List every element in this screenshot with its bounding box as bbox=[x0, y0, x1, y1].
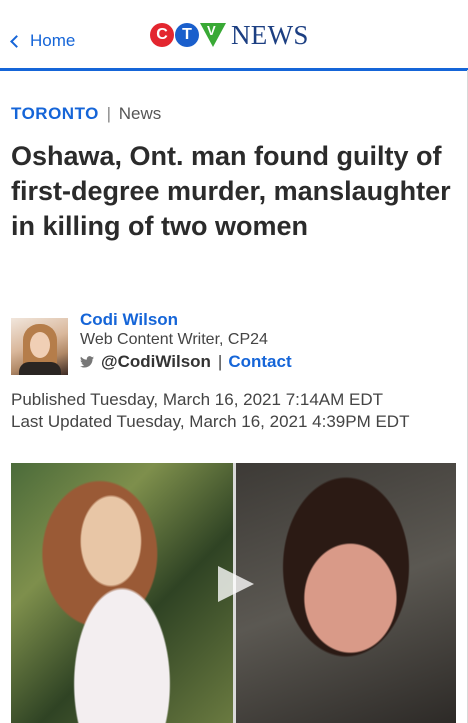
header-divider bbox=[0, 68, 468, 71]
published-date: Published Tuesday, March 16, 2021 7:14AM… bbox=[11, 390, 383, 409]
author-links-separator: | bbox=[217, 352, 223, 371]
play-icon[interactable] bbox=[218, 566, 254, 602]
breadcrumb-separator: | bbox=[106, 104, 112, 123]
logo-letter-c: C bbox=[150, 23, 174, 47]
breadcrumb: TORONTO | News bbox=[11, 104, 161, 124]
ctv-news-logo[interactable]: C T V NEWS bbox=[150, 18, 309, 52]
logo-letter-v-shape: V bbox=[200, 23, 226, 47]
victim-photo-right bbox=[236, 463, 456, 723]
logo-letter-t: T bbox=[175, 23, 199, 47]
logo-letter-v: V bbox=[207, 23, 216, 38]
twitter-handle-link[interactable]: @CodiWilson bbox=[101, 352, 211, 372]
home-label: Home bbox=[30, 31, 76, 50]
chevron-left-icon bbox=[10, 34, 23, 48]
author-avatar bbox=[11, 318, 68, 375]
author-name-link[interactable]: Codi Wilson bbox=[80, 310, 178, 330]
contact-link[interactable]: Contact bbox=[228, 352, 291, 372]
home-back-link[interactable]: Home bbox=[9, 31, 75, 51]
site-header: Home C T V NEWS bbox=[0, 0, 468, 71]
video-player[interactable] bbox=[11, 463, 456, 723]
twitter-icon bbox=[80, 356, 94, 368]
victim-photo-left bbox=[11, 463, 233, 723]
author-block: Codi Wilson Web Content Writer, CP24 @Co… bbox=[11, 310, 451, 375]
article-headline: Oshawa, Ont. man found guilty of first-d… bbox=[11, 141, 451, 241]
updated-date: Last Updated Tuesday, March 16, 2021 4:3… bbox=[11, 412, 410, 431]
author-title: Web Content Writer, CP24 bbox=[80, 331, 268, 348]
section-category: News bbox=[118, 104, 162, 123]
section-topic-link[interactable]: TORONTO bbox=[11, 104, 99, 123]
logo-wordmark: NEWS bbox=[231, 19, 309, 50]
article-dates: Published Tuesday, March 16, 2021 7:14AM… bbox=[11, 389, 409, 433]
author-links: @CodiWilson | Contact bbox=[80, 352, 292, 372]
